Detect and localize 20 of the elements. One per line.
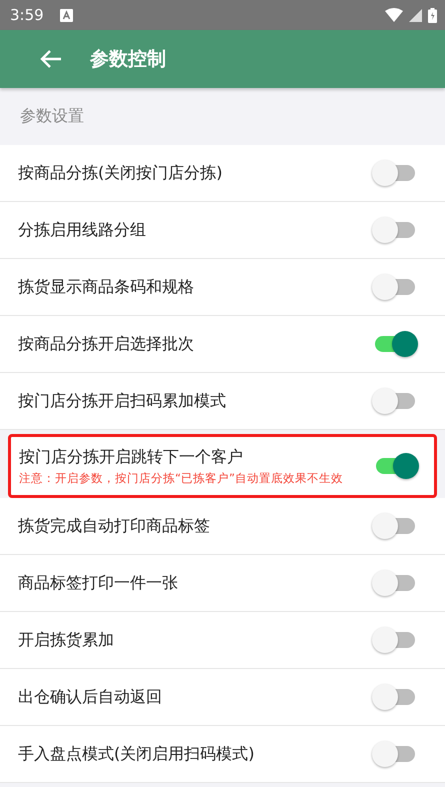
signal-icon <box>409 8 422 22</box>
setting-label: 出仓确认后自动返回 <box>18 686 163 708</box>
section-title: 参数设置 <box>20 106 84 127</box>
setting-note: 注意：开启参数，按门店分拣“已拣客户”自动置底效果不生效 <box>19 470 344 486</box>
setting-label: 按商品分拣(关闭按门店分拣) <box>18 162 224 184</box>
setting-label: 按商品分拣开启选择批次 <box>18 334 195 354</box>
setting-label: 按门店分拣开启扫码累加模式 <box>18 390 227 412</box>
wifi-icon <box>385 8 403 22</box>
setting-label: 手入盘点模式(关闭启用扫码模式) <box>18 744 256 764</box>
notification-icon <box>60 8 73 22</box>
setting-label: 拣货完成自动打印商品标签 <box>18 516 211 536</box>
setting-label: 开启拣货累加 <box>18 630 115 650</box>
setting-label: 拣货显示商品条码和规格 <box>18 276 195 298</box>
page-title: 参数控制 <box>90 47 166 72</box>
setting-label: 商品标签打印一件一张 <box>18 572 179 594</box>
battery-icon <box>428 8 437 22</box>
back-button[interactable] <box>40 49 62 69</box>
setting-label: 分拣启用线路分组 <box>18 220 147 240</box>
setting-label: 按门店分拣开启跳转下一个客户 <box>19 446 244 468</box>
status-time: 3:59 <box>10 6 44 24</box>
